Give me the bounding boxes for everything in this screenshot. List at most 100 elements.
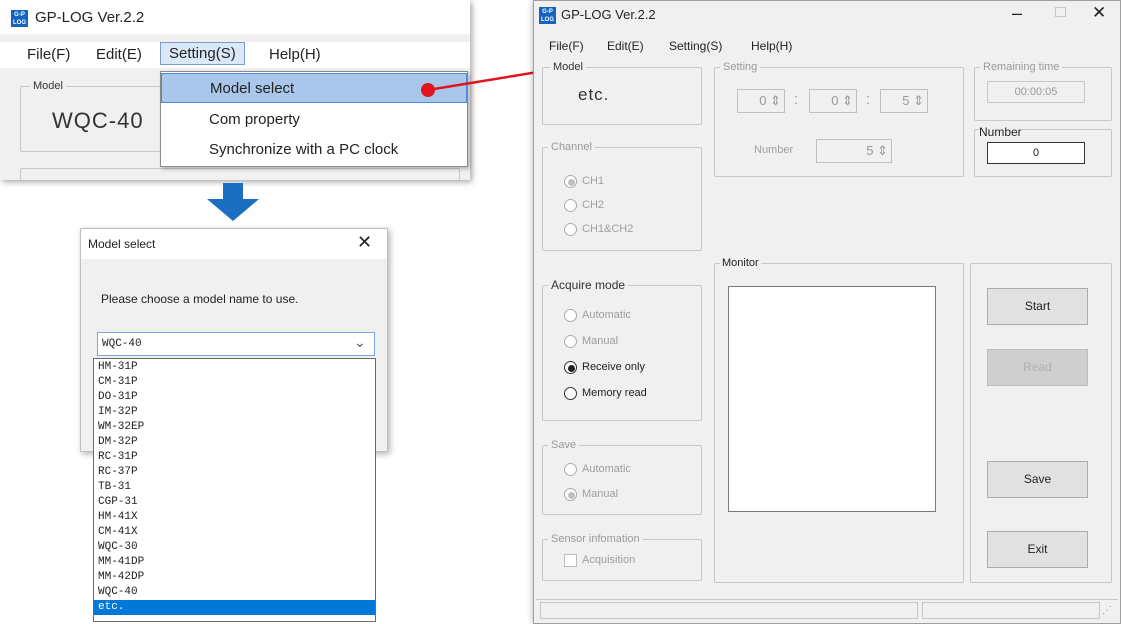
model-value: etc.	[578, 85, 610, 104]
radio-acq-manual[interactable]	[564, 335, 577, 348]
model-option[interactable]: CM-41X	[94, 525, 375, 540]
radio-acq-automatic-label: Automatic	[582, 309, 631, 321]
down-arrow-icon	[207, 183, 259, 221]
inset-model-value: WQC-40	[52, 108, 144, 133]
minutes-spinner[interactable]: 0 ⇕	[809, 89, 857, 113]
minimize-icon[interactable]: –	[1012, 3, 1022, 24]
acquire-mode-group	[542, 285, 702, 421]
model-option[interactable]: WQC-40	[94, 585, 375, 600]
time-separator: :	[866, 91, 871, 108]
radio-save-automatic[interactable]	[564, 463, 577, 476]
model-option[interactable]: CM-31P	[94, 375, 375, 390]
close-icon[interactable]: ✕	[1092, 3, 1106, 23]
dialog-prompt: Please choose a model name to use.	[101, 292, 299, 306]
channel-group	[542, 147, 702, 251]
model-combobox[interactable]: WQC-40 ⌄	[97, 332, 375, 356]
save-group	[542, 445, 702, 515]
save-group-label: Save	[548, 439, 580, 451]
model-option[interactable]: RC-31P	[94, 450, 375, 465]
model-option[interactable]: WQC-30	[94, 540, 375, 555]
menu-edit[interactable]: Edit(E)	[607, 39, 644, 53]
app-logo-icon: G-P LOG	[11, 10, 28, 27]
radio-acq-memory-read-label: Memory read	[582, 387, 647, 399]
status-bar: ⋰	[536, 599, 1118, 621]
setting-dropdown-menu: Model select Com property Synchronize wi…	[160, 71, 468, 167]
radio-acq-automatic[interactable]	[564, 309, 577, 322]
model-option[interactable]: HM-31P	[94, 360, 375, 375]
main-window: G-P LOG GP-LOG Ver.2.2 – ✕ File(F) Edit(E…	[533, 0, 1121, 624]
model-option[interactable]: DO-31P	[94, 390, 375, 405]
inset-window-title: GP-LOG Ver.2.2	[35, 9, 145, 26]
radio-ch1ch2[interactable]	[564, 223, 577, 236]
acquire-mode-label: Acquire mode	[548, 278, 629, 292]
monitor-label: Monitor	[720, 257, 761, 269]
start-button[interactable]: Start	[987, 288, 1088, 325]
status-panel-1	[540, 602, 918, 619]
remaining-time-label: Remaining time	[980, 61, 1063, 73]
radio-ch1-label: CH1	[582, 175, 605, 187]
radio-save-manual[interactable]	[564, 488, 577, 501]
setting-label: Setting	[720, 61, 761, 73]
sensor-info-label: Sensor infomation	[548, 533, 643, 545]
radio-save-manual-label: Manual	[582, 488, 619, 500]
read-button[interactable]: Read	[987, 349, 1088, 386]
radio-acq-memory-read[interactable]	[564, 387, 577, 400]
resize-grip-icon[interactable]: ⋰	[1102, 605, 1112, 616]
model-option[interactable]: WM-32EP	[94, 420, 375, 435]
model-group	[542, 67, 702, 125]
radio-acq-receive-only[interactable]	[564, 361, 577, 374]
menu-help[interactable]: Help(H)	[269, 46, 321, 63]
menu-item-sync-pc-clock[interactable]: Synchronize with a PC clock	[161, 135, 467, 165]
time-separator: :	[794, 91, 799, 108]
chevron-down-icon[interactable]: ⌄	[354, 335, 366, 351]
model-option[interactable]: DM-32P	[94, 435, 375, 450]
combo-value: WQC-40	[102, 338, 142, 350]
seconds-spinner[interactable]: 5 ⇕	[880, 89, 928, 113]
acquisition-checkbox[interactable]	[564, 554, 577, 567]
number-label: Number	[979, 125, 1022, 139]
model-option[interactable]: CGP-31	[94, 495, 375, 510]
radio-save-automatic-label: Automatic	[582, 463, 631, 475]
model-option[interactable]: HM-41X	[94, 510, 375, 525]
menu-setting-open[interactable]: Setting(S)	[160, 42, 245, 65]
model-label: Model	[550, 61, 586, 73]
radio-ch1ch2-label: CH1&CH2	[582, 223, 634, 235]
number-spinner[interactable]: 5 ⇕	[816, 139, 892, 163]
radio-acq-receive-only-label: Receive only	[582, 361, 645, 373]
model-option[interactable]: IM-32P	[94, 405, 375, 420]
acquisition-checkbox-label: Acquisition	[582, 554, 636, 566]
radio-acq-manual-label: Manual	[582, 335, 619, 347]
menu-file[interactable]: File(F)	[549, 39, 584, 53]
model-options-list[interactable]: HM-31P CM-31P DO-31P IM-32P WM-32EP DM-32P RC-…	[93, 358, 376, 622]
hours-spinner[interactable]: 0 ⇕	[737, 89, 785, 113]
main-window-title: GP-LOG Ver.2.2	[561, 7, 656, 22]
menu-help[interactable]: Help(H)	[751, 39, 792, 53]
menu-item-com-property[interactable]: Com property	[161, 105, 467, 135]
exit-button[interactable]: Exit	[987, 531, 1088, 568]
channel-label: Channel	[548, 141, 595, 153]
model-option[interactable]: etc.	[94, 600, 375, 615]
inset-model-label: Model	[30, 80, 66, 92]
model-option[interactable]: MM-42DP	[94, 570, 375, 585]
model-option[interactable]: RC-37P	[94, 465, 375, 480]
app-logo-icon: G-P LOG	[539, 7, 556, 24]
model-option[interactable]: TB-31	[94, 480, 375, 495]
remaining-time-value: 00:00:05	[987, 81, 1085, 103]
menu-item-model-select[interactable]: Model select	[161, 73, 467, 103]
menu-file[interactable]: File(F)	[27, 46, 70, 63]
number-setting-label: Number	[754, 144, 794, 156]
radio-ch1[interactable]	[564, 175, 577, 188]
save-button[interactable]: Save	[987, 461, 1088, 498]
radio-ch2-label: CH2	[582, 199, 605, 211]
maximize-icon[interactable]	[1055, 7, 1066, 17]
dialog-title-bar: Model select ✕	[81, 229, 387, 259]
inset-lower-group	[20, 168, 460, 180]
inset-title-bar: G-P LOG GP-LOG Ver.2.2	[0, 0, 470, 34]
menu-setting[interactable]: Setting(S)	[669, 39, 722, 53]
menu-edit[interactable]: Edit(E)	[96, 46, 142, 63]
radio-ch2[interactable]	[564, 199, 577, 212]
dialog-title: Model select	[88, 237, 156, 251]
model-option[interactable]: MM-41DP	[94, 555, 375, 570]
monitor-textarea[interactable]	[728, 286, 936, 512]
close-icon[interactable]: ✕	[357, 232, 372, 253]
